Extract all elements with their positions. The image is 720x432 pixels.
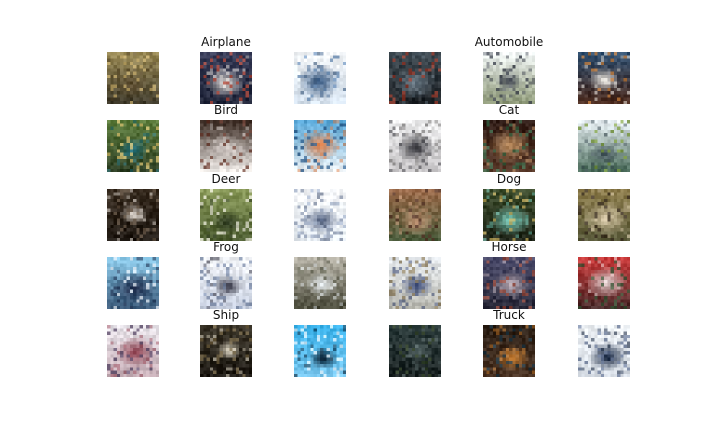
sample-image-truck-2 <box>483 325 535 377</box>
class-title-dog: Dog <box>496 172 522 186</box>
class-title-frog: Frog <box>213 240 239 254</box>
sample-image-dog-3 <box>578 189 630 241</box>
image-grid-figure: Airplane Automobile Bird Cat Deer Dog Frog Hors… <box>0 0 720 432</box>
sample-image-airplane-3 <box>294 52 346 104</box>
sample-image-cat-2 <box>483 120 535 172</box>
class-title-deer: Deer <box>211 172 241 186</box>
class-title-cat: Cat <box>498 103 520 117</box>
sample-image-ship-2 <box>200 325 252 377</box>
sample-image-airplane-1 <box>107 52 159 104</box>
sample-image-bird-1 <box>107 120 159 172</box>
sample-image-automobile-1 <box>389 52 441 104</box>
sample-image-deer-3 <box>294 189 346 241</box>
sample-image-automobile-3 <box>578 52 630 104</box>
sample-image-horse-3 <box>578 257 630 309</box>
sample-image-frog-1 <box>107 257 159 309</box>
sample-image-truck-3 <box>578 325 630 377</box>
sample-image-horse-1 <box>389 257 441 309</box>
sample-image-bird-3 <box>294 120 346 172</box>
sample-image-deer-1 <box>107 189 159 241</box>
class-title-automobile: Automobile <box>474 35 544 49</box>
sample-image-deer-2 <box>200 189 252 241</box>
sample-image-ship-3 <box>294 325 346 377</box>
sample-image-truck-1 <box>389 325 441 377</box>
class-title-bird: Bird <box>214 103 238 117</box>
sample-image-frog-2 <box>200 257 252 309</box>
sample-image-automobile-2 <box>483 52 535 104</box>
sample-image-dog-2 <box>483 189 535 241</box>
class-title-airplane: Airplane <box>201 35 251 49</box>
sample-image-cat-3 <box>578 120 630 172</box>
class-title-horse: Horse <box>491 240 527 254</box>
sample-image-ship-1 <box>107 325 159 377</box>
sample-image-airplane-2 <box>200 52 252 104</box>
class-title-ship: Ship <box>212 308 240 322</box>
sample-image-cat-1 <box>389 120 441 172</box>
sample-image-horse-2 <box>483 257 535 309</box>
sample-image-bird-2 <box>200 120 252 172</box>
sample-image-frog-3 <box>294 257 346 309</box>
sample-image-dog-1 <box>389 189 441 241</box>
class-title-truck: Truck <box>493 308 525 322</box>
